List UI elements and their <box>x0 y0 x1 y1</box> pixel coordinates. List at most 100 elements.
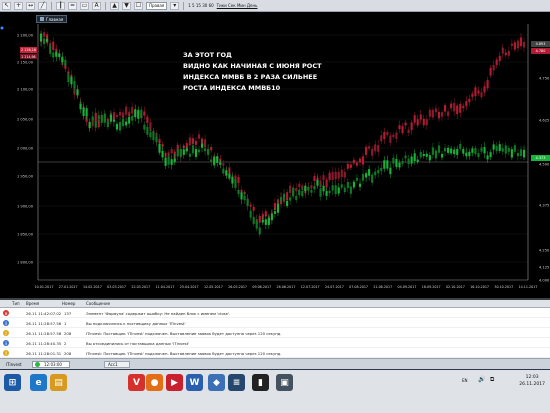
mmvb10-series-candle <box>76 89 79 96</box>
mmvb10-series-candle <box>298 189 301 196</box>
mmvb10-series-candle <box>346 181 349 189</box>
log-row[interactable]: × 26.11 11:42:07.02 137 Элемент 'Формула' с… <box>0 308 550 318</box>
app-red-icon[interactable]: ▶ <box>166 374 183 391</box>
network-icon[interactable]: ⧉ <box>490 376 494 384</box>
mmvb10-series-candle <box>355 177 359 181</box>
date-tick: 14.02.2017 <box>83 285 102 289</box>
clock[interactable]: 12:03 26.11.2017 <box>519 374 545 388</box>
price-tag-label: 2 214,98 <box>21 55 35 59</box>
mmvb-series-candle <box>495 59 498 65</box>
mmvb10-series-candle <box>249 210 252 218</box>
mmvb-series-candle <box>401 126 404 134</box>
mmvb10-series-candle <box>109 114 112 122</box>
account-label[interactable]: Acc1 <box>108 362 118 367</box>
mmvb10-series-candle <box>358 183 362 187</box>
mmvb-series-candle <box>325 179 328 188</box>
explorer-icon[interactable]: ▤ <box>50 374 67 391</box>
log-col-message[interactable]: Сообщение <box>86 301 110 306</box>
mmvb-series-candle <box>489 67 492 76</box>
log-col-number[interactable]: Номер <box>62 301 75 306</box>
mmvb-series-candle <box>513 42 516 50</box>
mmvb10-series-candle <box>207 148 210 155</box>
start-icon[interactable]: ⊞ <box>4 374 21 391</box>
chevron-down-icon[interactable]: ▾ <box>170 1 180 10</box>
timeframe-buttons[interactable]: 1 5 15 30 60 <box>188 3 213 8</box>
app-dark-icon[interactable]: ▣ <box>276 374 293 391</box>
tool-button[interactable]: ↖ <box>2 1 11 10</box>
mmvb-series-candle <box>468 98 471 103</box>
tslab-icon[interactable]: ▮ <box>252 374 269 391</box>
app-blue-icon[interactable]: ◆ <box>208 374 225 391</box>
log-col-type[interactable]: Тип <box>12 301 20 306</box>
chart-tab[interactable]: Главная <box>36 15 68 23</box>
left-axis-tick: 2 000,00 <box>17 147 34 151</box>
volume-icon[interactable]: 🔊 <box>478 376 485 383</box>
tool-button[interactable]: A <box>92 1 101 10</box>
mmvb-series-candle <box>462 105 465 109</box>
tool-button[interactable]: + <box>14 1 23 10</box>
tool-button[interactable]: ▼ <box>122 1 131 10</box>
mmvb-series-candle <box>465 101 468 107</box>
chart-area[interactable]: 2 200,00 2 150,00 2 100,00 2 050,00 2 000,00… <box>0 12 550 298</box>
mmvb-series-candle <box>483 86 486 93</box>
tool-button[interactable]: ☐ <box>134 1 143 10</box>
tool-button[interactable]: ↔ <box>26 1 35 10</box>
mmvb-series-candle <box>161 143 164 147</box>
mmvb10-series-candle <box>495 145 498 152</box>
right-price-tag-label: 4.780 <box>536 49 546 53</box>
mmvb10-series-candle <box>361 173 365 181</box>
word-icon[interactable]: W <box>186 374 203 391</box>
log-row[interactable]: i 26.11 11:28:57.56 1 Вы подключились к пос… <box>0 318 550 328</box>
tool-button[interactable]: ╱ <box>38 1 47 10</box>
tool-button[interactable]: ┃ <box>56 1 65 10</box>
mmvb10-series-candle <box>365 173 368 178</box>
mmvb10-series-candle <box>261 219 264 223</box>
log-row[interactable]: i 26.11 11:28:40.35 2 Вы отсоединились от п… <box>0 338 550 348</box>
mmvb-series-candle <box>371 148 374 156</box>
mmvb-series-candle <box>170 149 173 154</box>
app-orange-icon[interactable]: ● <box>146 374 163 391</box>
mmvb10-series-candle <box>213 156 216 166</box>
mmvb-series-candle <box>328 172 331 180</box>
mmvb-series-candle <box>249 204 252 207</box>
mmvb10-series-candle <box>307 186 310 191</box>
mmvb10-series-candle <box>492 144 495 150</box>
mmvb10-series-candle <box>173 158 176 163</box>
log-col-time[interactable]: Время <box>26 301 39 306</box>
tool-button[interactable]: ▭ <box>80 1 89 10</box>
log-number: 208 <box>64 331 72 336</box>
mmvb10-series-candle <box>58 53 61 58</box>
mmvb10-series-candle <box>349 186 352 194</box>
app-navy-icon[interactable]: ≡ <box>228 374 245 391</box>
mmvb-series-candle <box>343 171 346 178</box>
log-header: Тип Время Номер Сообщение <box>0 300 550 308</box>
toolbar-separator <box>51 1 52 10</box>
mmvb10-series-candle <box>456 149 459 155</box>
language-indicator[interactable]: EN <box>462 378 468 383</box>
mmvb10-series-candle <box>389 167 392 175</box>
tool-button[interactable]: ═ <box>68 1 77 10</box>
mmvb10-series-candle <box>140 109 143 119</box>
mmvb-series-candle <box>510 43 513 46</box>
vivaldi-icon[interactable]: V <box>128 374 145 391</box>
left-axis-tick: 2 200,00 <box>17 34 34 38</box>
ie-icon[interactable]: e <box>30 374 47 391</box>
toolbar: ↖ + ↔ ╱ ┃ ═ ▭ A ▲ ▼ ☐ Правая ▾ 1 5 15 30 60 Тики Сек М… <box>0 0 550 12</box>
mmvb-series-candle <box>237 177 240 184</box>
log-time: 26.11 11:28:01.31 <box>26 351 62 356</box>
mmvb-series-candle <box>358 158 362 163</box>
log-row[interactable]: ! 26.11 11:28:01.31 208 ITinvest: Поставщик… <box>0 348 550 358</box>
left-axis-tick: 1 850,00 <box>17 233 34 237</box>
instrument-select[interactable]: Правая <box>146 1 168 10</box>
tool-button[interactable]: ▲ <box>110 1 119 10</box>
log-row[interactable]: ! 26.11 11:28:57.58 208 ITinvest: Поставщик… <box>0 328 550 338</box>
mmvb10-series-candle <box>292 187 295 197</box>
date-tick: 10.01.2017 <box>35 285 54 289</box>
chart-tab-label: Главная <box>46 16 64 22</box>
log-table: × 26.11 11:42:07.02 137 Элемент 'Формула' с… <box>0 308 550 358</box>
date-tick: 25.04.2017 <box>180 285 199 289</box>
connection-label[interactable]: ITinvest <box>6 362 22 367</box>
mmvb10-series-candle <box>122 118 125 127</box>
chart-type-buttons[interactable]: Тики Сек Мин День <box>217 3 258 8</box>
mmvb10-series-candle <box>371 174 374 183</box>
